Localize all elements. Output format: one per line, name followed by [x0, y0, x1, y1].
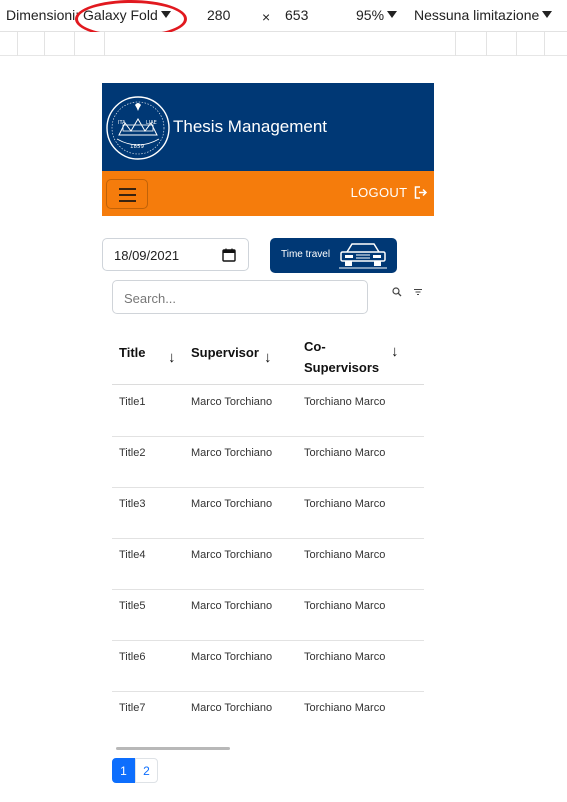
cell-title: Title3	[119, 498, 146, 510]
cell-cosupervisors: Torchiano Marco	[304, 651, 386, 663]
cell-supervisor: Marco Torchiano	[191, 600, 273, 612]
chevron-down-icon	[387, 11, 398, 18]
cell-title: Title2	[119, 447, 146, 459]
horizontal-scrollbar[interactable]	[116, 747, 230, 750]
logout-icon	[414, 186, 428, 199]
column-header-title[interactable]: Title	[119, 345, 146, 360]
table-row[interactable]: Title1 Marco Torchiano Torchiano Marco	[112, 386, 424, 437]
navbar: LOGOUT	[102, 171, 434, 216]
logo-text-left: ITA	[118, 120, 126, 126]
table-row[interactable]: Title4 Marco Torchiano Torchiano Marco	[112, 539, 424, 590]
media-query-ruler	[0, 32, 567, 56]
cell-cosupervisors: Torchiano Marco	[304, 447, 386, 459]
times-icon: ×	[262, 9, 271, 25]
logo-year: 1859	[130, 144, 144, 150]
table-header: Title ↓ Supervisor ↓ Co- Supervisors ↓	[112, 328, 424, 385]
menu-toggle-button[interactable]	[106, 179, 148, 209]
table-row[interactable]: Title3 Marco Torchiano Torchiano Marco	[112, 488, 424, 539]
cell-cosupervisors: Torchiano Marco	[304, 549, 386, 561]
main-content: 18/09/2021 Time travel Search... Title ↓…	[102, 216, 434, 802]
logo-text-right: LIAE	[146, 120, 157, 126]
sort-arrow-icon[interactable]: ↓	[264, 349, 272, 366]
column-header-supervisor[interactable]: Supervisor	[191, 345, 259, 360]
date-input[interactable]: 18/09/2021	[102, 238, 249, 271]
app-header: ITA LIAE 1859 Thesis Management	[102, 83, 434, 171]
sort-arrow-icon[interactable]: ↓	[168, 349, 176, 366]
date-value: 18/09/2021	[114, 248, 180, 263]
dimensions-label: Dimensioni	[6, 7, 76, 23]
cell-cosupervisors: Torchiano Marco	[304, 498, 386, 510]
zoom-dropdown[interactable]: 95%	[356, 7, 398, 23]
time-travel-label: Time travel	[281, 249, 331, 260]
table-row[interactable]: Title6 Marco Torchiano Torchiano Marco	[112, 641, 424, 692]
table-row[interactable]: Title5 Marco Torchiano Torchiano Marco	[112, 590, 424, 641]
cell-supervisor: Marco Torchiano	[191, 396, 273, 408]
cell-supervisor: Marco Torchiano	[191, 549, 273, 561]
cell-cosupervisors: Torchiano Marco	[304, 600, 386, 612]
university-logo-icon: ITA LIAE 1859	[106, 96, 170, 160]
column-header-cosupervisors-line2[interactable]: Supervisors	[304, 360, 379, 375]
search-icon[interactable]	[392, 287, 402, 297]
cell-cosupervisors: Torchiano Marco	[304, 702, 386, 714]
cell-supervisor: Marco Torchiano	[191, 447, 273, 459]
sort-arrow-icon[interactable]: ↓	[391, 343, 399, 360]
page-1-button[interactable]: 1	[112, 758, 135, 783]
hamburger-icon	[119, 188, 136, 190]
app-title: Thesis Management	[173, 117, 328, 136]
zoom-value: 95%	[356, 7, 385, 23]
column-header-cosupervisors-line1[interactable]: Co-	[304, 339, 326, 354]
time-travel-button[interactable]: Time travel	[270, 238, 397, 273]
search-input[interactable]: Search...	[112, 280, 368, 314]
cell-title: Title1	[119, 396, 146, 408]
throttling-dropdown[interactable]: Nessuna limitazione	[414, 7, 553, 23]
cell-supervisor: Marco Torchiano	[191, 651, 273, 663]
cell-title: Title5	[119, 600, 146, 612]
logout-button[interactable]: LOGOUT	[351, 185, 428, 200]
cell-supervisor: Marco Torchiano	[191, 498, 273, 510]
page-2-button[interactable]: 2	[135, 758, 158, 783]
cell-supervisor: Marco Torchiano	[191, 702, 273, 714]
width-input[interactable]: 280	[207, 7, 230, 23]
table-row[interactable]: Title7 Marco Torchiano Torchiano Marco	[112, 692, 424, 742]
search-placeholder: Search...	[124, 291, 177, 306]
car-icon	[339, 243, 387, 269]
height-input[interactable]: 653	[285, 7, 308, 23]
device-viewport: ITA LIAE 1859 Thesis Management LOGOUT 1…	[102, 83, 434, 802]
cell-cosupervisors: Torchiano Marco	[304, 396, 386, 408]
throttling-value: Nessuna limitazione	[414, 7, 540, 23]
table-row[interactable]: Title2 Marco Torchiano Torchiano Marco	[112, 437, 424, 488]
cell-title: Title4	[119, 549, 146, 561]
cell-title: Title7	[119, 702, 146, 714]
chevron-down-icon	[542, 11, 553, 18]
filter-icon[interactable]	[414, 288, 422, 296]
logout-label: LOGOUT	[350, 185, 408, 200]
cell-title: Title6	[119, 651, 146, 663]
calendar-icon[interactable]	[222, 248, 236, 262]
thesis-table: Title ↓ Supervisor ↓ Co- Supervisors ↓ T…	[112, 328, 424, 742]
